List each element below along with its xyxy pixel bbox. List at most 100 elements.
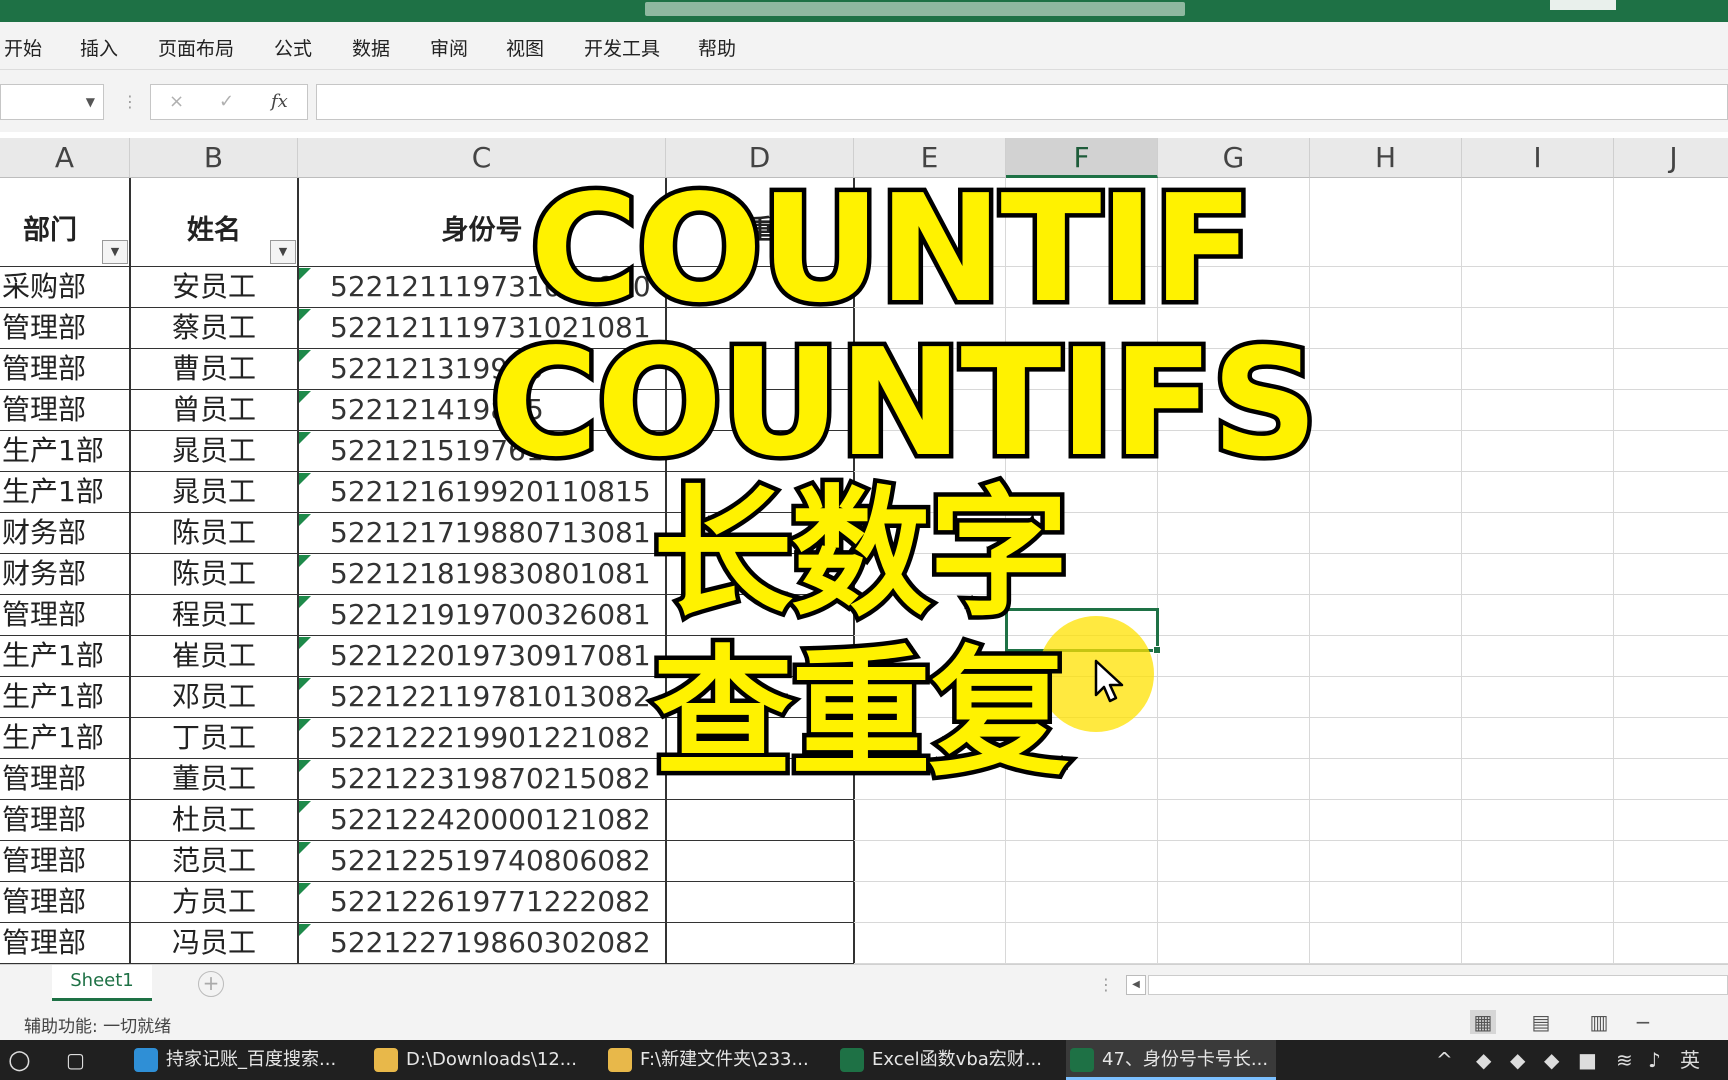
cell-name[interactable]: 程员工 <box>130 595 298 635</box>
cell-name[interactable]: 曾员工 <box>130 390 298 430</box>
sheet-tab-sheet1[interactable]: Sheet1 <box>52 965 152 1001</box>
cell-id[interactable]: 522121719880713081 <box>330 513 660 553</box>
cancel-icon[interactable]: × <box>169 91 184 112</box>
tab-split-grip[interactable]: ⋮ <box>1098 975 1114 994</box>
cell-id[interactable]: 522121119731021081 <box>330 308 660 348</box>
cell-id[interactable]: 522121519761 <box>330 431 660 471</box>
cell-dept[interactable]: 采购部 <box>0 267 130 307</box>
cell-id[interactable]: 522121919700326081 <box>330 595 660 635</box>
cell-id[interactable]: 522121119731020810 <box>330 267 660 307</box>
tab-view[interactable]: 视图 <box>506 34 544 61</box>
taskbar-item-folder-downloads[interactable]: D:\Downloads\12... <box>370 1040 578 1080</box>
cell-dept[interactable]: 管理部 <box>0 390 130 430</box>
taskbar-item-folder-f[interactable]: F:\新建文件夹\233... <box>604 1040 818 1080</box>
tab-help[interactable]: 帮助 <box>698 34 736 61</box>
input-language[interactable]: 英 <box>1680 1040 1700 1080</box>
cell-name[interactable]: 蔡员工 <box>130 308 298 348</box>
tab-insert[interactable]: 插入 <box>80 34 118 61</box>
cell-dept[interactable]: 生产1部 <box>0 636 130 676</box>
taskbar-item-browser[interactable]: 持家记账_百度搜索... <box>130 1040 346 1080</box>
cell-name[interactable]: 曹员工 <box>130 349 298 389</box>
fill-handle[interactable] <box>1153 646 1161 654</box>
cell-name[interactable]: 方员工 <box>130 882 298 922</box>
cell-name[interactable]: 陈员工 <box>130 513 298 553</box>
cell-name[interactable]: 晁员工 <box>130 431 298 471</box>
tray-app-icon[interactable]: ■ <box>1578 1040 1597 1080</box>
cell-dept[interactable]: 管理部 <box>0 349 130 389</box>
filter-dropdown-icon[interactable]: ▼ <box>102 240 128 264</box>
cell-name[interactable]: 陈员工 <box>130 554 298 594</box>
cell-id[interactable]: 522121419855 <box>330 390 660 430</box>
cell-id[interactable]: 522121619920110815 <box>330 472 660 512</box>
column-header-d[interactable]: D <box>666 138 854 178</box>
cell-id[interactable]: 522122219901221082 <box>330 718 660 758</box>
page-layout-view-icon[interactable]: ▤ <box>1528 1010 1554 1034</box>
column-header-b[interactable]: B <box>130 138 298 178</box>
title-search-box[interactable] <box>645 2 1185 16</box>
cell-name[interactable]: 崔员工 <box>130 636 298 676</box>
cell-id[interactable]: 522122319870215082 <box>330 759 660 799</box>
wifi-icon[interactable]: ≋ <box>1616 1040 1633 1080</box>
horizontal-scrollbar[interactable] <box>1148 975 1728 995</box>
cell-id[interactable]: 522122519740806082 <box>330 841 660 881</box>
cell-dept[interactable]: 管理部 <box>0 595 130 635</box>
task-view-icon[interactable]: ▢ <box>66 1040 85 1080</box>
cell-dept[interactable]: 生产1部 <box>0 677 130 717</box>
column-header-e[interactable]: E <box>854 138 1006 178</box>
column-header-j[interactable]: J <box>1614 138 1728 178</box>
column-header-a[interactable]: A <box>0 138 130 178</box>
worksheet-grid[interactable]: A B C D E F G H I J 部门 ▼ 姓名 ▼ 身份号 重 采购部安… <box>0 138 1728 964</box>
cell-dept[interactable]: 管理部 <box>0 800 130 840</box>
add-sheet-button[interactable]: + <box>198 971 224 997</box>
zoom-out-icon[interactable]: − <box>1630 1010 1656 1034</box>
cell-id[interactable]: 522122619771222082 <box>330 882 660 922</box>
tab-formulas[interactable]: 公式 <box>274 34 312 61</box>
cell-name[interactable]: 邓员工 <box>130 677 298 717</box>
column-header-c[interactable]: C <box>298 138 666 178</box>
column-header-g[interactable]: G <box>1158 138 1310 178</box>
taskbar-item-excel-2[interactable]: 47、身份号卡号长... <box>1066 1040 1276 1080</box>
tab-page-layout[interactable]: 页面布局 <box>158 34 234 61</box>
tray-app-icon[interactable]: ◆ <box>1544 1040 1559 1080</box>
cell-dept[interactable]: 生产1部 <box>0 472 130 512</box>
name-box[interactable]: ▼ <box>0 84 104 120</box>
title-account-box[interactable] <box>1550 0 1616 10</box>
cell-id[interactable]: 522121819830801081 <box>330 554 660 594</box>
cell-id[interactable]: 522122719860302082 <box>330 923 660 963</box>
formula-bar-grip[interactable]: ⋮ <box>122 92 138 111</box>
cell-name[interactable]: 杜员工 <box>130 800 298 840</box>
taskbar-item-excel-1[interactable]: Excel函数vba宏财... <box>836 1040 1052 1080</box>
cell-dept[interactable]: 生产1部 <box>0 431 130 471</box>
accessibility-status[interactable]: 辅助功能: 一切就绪 <box>24 1012 171 1037</box>
tab-data[interactable]: 数据 <box>352 34 390 61</box>
cell-name[interactable]: 范员工 <box>130 841 298 881</box>
search-circle-icon[interactable]: ○ <box>8 1040 31 1080</box>
tray-app-icon[interactable]: ◆ <box>1476 1040 1491 1080</box>
tray-app-icon[interactable]: ◆ <box>1510 1040 1525 1080</box>
volume-icon[interactable]: ♪ <box>1648 1040 1661 1080</box>
filter-dropdown-icon[interactable]: ▼ <box>270 240 296 264</box>
cell-dept[interactable]: 管理部 <box>0 759 130 799</box>
page-break-view-icon[interactable]: ▥ <box>1586 1010 1612 1034</box>
enter-icon[interactable]: ✓ <box>219 91 234 112</box>
cell-name[interactable]: 丁员工 <box>130 718 298 758</box>
cell-dept[interactable]: 管理部 <box>0 308 130 348</box>
cell-name[interactable]: 安员工 <box>130 267 298 307</box>
insert-function-icon[interactable]: fx <box>271 91 288 112</box>
column-header-h[interactable]: H <box>1310 138 1462 178</box>
tab-home[interactable]: 开始 <box>4 34 42 61</box>
cell-id[interactable]: 522122420000121082 <box>330 800 660 840</box>
cell-name[interactable]: 晁员工 <box>130 472 298 512</box>
cell-id[interactable]: 522122019730917081 <box>330 636 660 676</box>
tab-review[interactable]: 审阅 <box>430 34 468 61</box>
cell-name[interactable]: 董员工 <box>130 759 298 799</box>
cell-name[interactable]: 冯员工 <box>130 923 298 963</box>
formula-input[interactable] <box>316 84 1728 120</box>
column-header-i[interactable]: I <box>1462 138 1614 178</box>
tab-developer[interactable]: 开发工具 <box>584 34 660 61</box>
cell-dept[interactable]: 管理部 <box>0 923 130 963</box>
normal-view-icon[interactable]: ▦ <box>1470 1010 1496 1034</box>
cell-dept[interactable]: 管理部 <box>0 882 130 922</box>
cell-dept[interactable]: 财务部 <box>0 513 130 553</box>
chevron-up-icon[interactable]: ^ <box>1436 1040 1453 1080</box>
